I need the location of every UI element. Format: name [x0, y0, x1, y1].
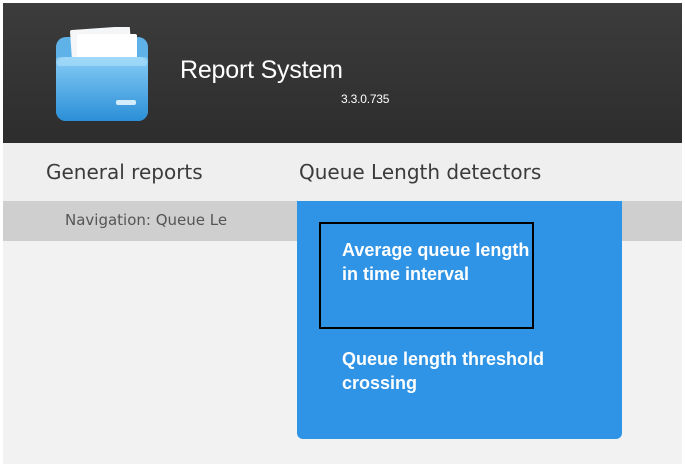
dropdown-item-average-queue-length[interactable]: Average queue length in time interval [319, 222, 534, 329]
dropdown-item-queue-length-threshold[interactable]: Queue length threshold crossing [342, 347, 582, 395]
main-menu: General reports Queue Length detectors [3, 143, 682, 201]
app-version: 3.3.0.735 [341, 92, 390, 106]
breadcrumb: Navigation: Queue Le [65, 211, 228, 229]
app-title: Report System [180, 56, 343, 84]
folder-icon [56, 27, 148, 121]
app-window: Report System 3.3.0.735 General reports … [3, 3, 682, 464]
app-header: Report System 3.3.0.735 [3, 3, 682, 143]
menu-item-general-reports[interactable]: General reports [46, 160, 203, 184]
menu-item-queue-length-detectors[interactable]: Queue Length detectors [299, 160, 541, 184]
queue-length-dropdown-menu: Average queue length in time interval Qu… [297, 201, 622, 439]
